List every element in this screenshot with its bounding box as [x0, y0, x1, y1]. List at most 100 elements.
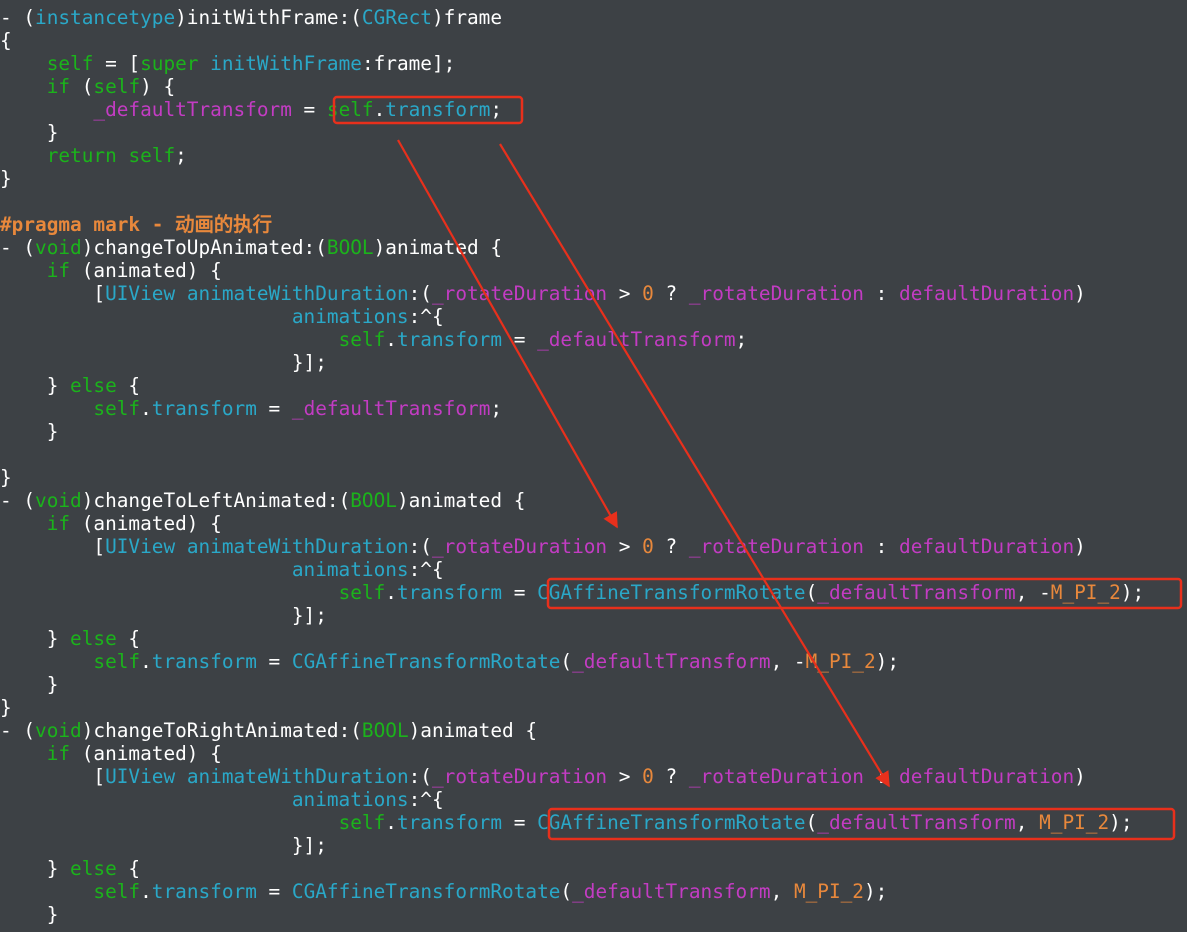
code-text: )changeToLeftAnimated:(: [81, 489, 351, 512]
code-line: _defaultTransform = self.transform;: [0, 98, 502, 121]
code-text: =: [502, 811, 538, 834]
code-line: }];: [0, 351, 327, 374]
code-text: [: [0, 535, 106, 558]
code-text: }: [0, 696, 12, 719]
code-text: (animated) {: [70, 512, 222, 535]
method-token: animateWithDuration: [186, 765, 409, 788]
code-text: .: [140, 880, 152, 903]
keyword-token: BOOL: [361, 719, 409, 742]
ivar-token: _rotateDuration: [431, 535, 608, 558]
code-text: {: [0, 29, 12, 52]
code-text: =: [256, 880, 292, 903]
keyword-token: void: [35, 719, 82, 742]
code-text: ;: [735, 328, 748, 351]
keyword-token: self: [326, 98, 374, 121]
code-text: >: [607, 535, 643, 558]
code-text: ,: [1015, 811, 1040, 834]
ivar-token: _defaultTransform: [537, 328, 736, 351]
code-text: ?: [653, 535, 689, 558]
code-text: - (: [0, 6, 36, 29]
code-line: self.transform = _defaultTransform;: [0, 397, 502, 420]
code-text: =: [256, 650, 292, 673]
code-line: self = [super initWithFrame:frame];: [0, 52, 456, 75]
code-text: )changeToUpAnimated:(: [81, 236, 327, 259]
code-editor[interactable]: - (instancetype)initWithFrame:(CGRect)fr…: [0, 0, 1187, 932]
keyword-token: BOOL: [350, 489, 397, 512]
ivar-token: defaultDuration: [899, 282, 1075, 305]
code-line: animations:^{: [0, 305, 444, 328]
code-text: {: [116, 857, 141, 880]
code-text: );: [1120, 581, 1145, 604]
code-line: self.transform = CGAffineTransformRotate…: [0, 811, 1133, 834]
method-token: transform: [396, 581, 503, 604]
method-token: animations: [291, 305, 409, 328]
keyword-token: super: [140, 52, 199, 75]
code-text: .: [140, 650, 152, 673]
code-text: )animated {: [373, 236, 503, 259]
number-token: M_PI_2: [1039, 811, 1110, 834]
method-token: CGAffineTransformRotate: [537, 581, 806, 604]
code-text: =: [502, 328, 538, 351]
number-token: 0: [642, 535, 654, 558]
code-line: }: [0, 673, 59, 696]
code-text: - (: [0, 719, 36, 742]
code-text: )frame: [431, 6, 503, 29]
code-text: ;: [490, 397, 503, 420]
keyword-token: else: [70, 627, 117, 650]
ivar-token: _defaultTransform: [291, 397, 491, 420]
keyword-token: self: [93, 880, 141, 903]
code-text: (: [70, 75, 94, 98]
keyword-token: else: [70, 857, 117, 880]
code-text: :(: [408, 535, 432, 558]
code-text: (: [560, 650, 573, 673]
code-text: ): [1074, 765, 1086, 788]
ivar-token: _rotateDuration: [431, 282, 608, 305]
code-line: - (void)changeToRightAnimated:(BOOL)anim…: [0, 719, 537, 742]
code-line: }: [0, 903, 59, 926]
code-text: :: [863, 535, 900, 558]
code-line: - (void)changeToLeftAnimated:(BOOL)anima…: [0, 489, 525, 512]
code-text: (: [560, 880, 573, 903]
method-token: transform: [151, 880, 257, 903]
code-text: );: [863, 880, 888, 903]
code-text: :(: [408, 765, 432, 788]
code-text: :frame];: [361, 52, 456, 75]
keyword-token: BOOL: [326, 236, 374, 259]
ivar-token: defaultDuration: [899, 765, 1075, 788]
method-token: initWithFrame: [210, 52, 362, 75]
code-line: if (animated) {: [0, 742, 222, 765]
method-token: animations: [291, 558, 409, 581]
code-text: = [: [93, 52, 141, 75]
keyword-token: if: [46, 512, 71, 535]
method-token: CGAffineTransformRotate: [291, 880, 561, 903]
code-text: ;: [490, 98, 503, 121]
code-line: [UIView animateWithDuration:(_rotateDura…: [0, 535, 1085, 558]
keyword-token: self: [93, 397, 141, 420]
code-line: {: [0, 29, 12, 52]
code-text: .: [385, 581, 397, 604]
method-token: transform: [396, 811, 503, 834]
code-line: self.transform = CGAffineTransformRotate…: [0, 581, 1145, 604]
code-line: } else {: [0, 627, 140, 650]
code-line: animations:^{: [0, 788, 444, 811]
ivar-token: _rotateDuration: [688, 282, 864, 305]
code-text: ?: [653, 765, 689, 788]
code-text: }: [0, 673, 59, 696]
number-token: M_PI_2: [805, 650, 876, 673]
code-text: (: [805, 581, 818, 604]
code-text: }: [0, 420, 59, 443]
type-token: UIView: [105, 765, 176, 788]
code-text: {: [116, 627, 141, 650]
